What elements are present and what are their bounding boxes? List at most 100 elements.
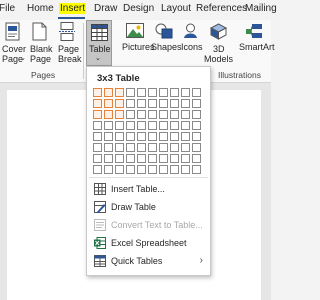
table-grid-cell[interactable] [93, 99, 102, 108]
table-grid-cell[interactable] [148, 110, 157, 119]
table-grid-cell[interactable] [159, 154, 168, 163]
table-grid-cell[interactable] [148, 165, 157, 174]
table-grid-cell[interactable] [126, 88, 135, 97]
blank-page-button[interactable]: Blank Page [27, 20, 53, 70]
tab-home[interactable]: Home [27, 3, 54, 14]
table-grid-cell[interactable] [192, 99, 201, 108]
quick-tables-menu-item[interactable]: Quick Tables › [87, 253, 210, 269]
table-grid-cell[interactable] [192, 132, 201, 141]
table-grid-cell[interactable] [170, 99, 179, 108]
convert-text-to-table-menu-item[interactable]: Convert Text to Table... [87, 217, 210, 233]
table-grid-cell[interactable] [148, 99, 157, 108]
table-grid-cell[interactable] [104, 88, 113, 97]
table-grid-cell[interactable] [170, 143, 179, 152]
table-grid-cell[interactable] [148, 88, 157, 97]
table-grid-cell[interactable] [170, 165, 179, 174]
tab-file[interactable]: File [0, 3, 15, 14]
table-grid-cell[interactable] [181, 110, 190, 119]
table-grid-cell[interactable] [115, 132, 124, 141]
table-grid-cell[interactable] [93, 132, 102, 141]
table-grid-cell[interactable] [115, 88, 124, 97]
icons-button[interactable]: Icons [179, 20, 203, 52]
table-grid-cell[interactable] [148, 143, 157, 152]
table-grid-cell[interactable] [181, 88, 190, 97]
table-grid-cell[interactable] [93, 121, 102, 130]
draw-table-menu-item[interactable]: Draw Table [87, 199, 210, 215]
table-grid-cell[interactable] [137, 165, 146, 174]
table-grid-cell[interactable] [93, 143, 102, 152]
tab-draw[interactable]: Draw [94, 3, 117, 14]
table-button[interactable]: Table ⌄ [86, 20, 112, 66]
table-grid-cell[interactable] [159, 99, 168, 108]
tab-mailings[interactable]: Mailing [245, 3, 277, 14]
table-grid-cell[interactable] [159, 132, 168, 141]
table-grid-cell[interactable] [115, 143, 124, 152]
table-grid-cell[interactable] [181, 121, 190, 130]
table-grid-cell[interactable] [148, 121, 157, 130]
page-break-button[interactable]: Page Break [54, 20, 82, 70]
table-grid-cell[interactable] [115, 99, 124, 108]
table-grid-cell[interactable] [115, 121, 124, 130]
table-grid-cell[interactable] [137, 143, 146, 152]
table-grid-cell[interactable] [93, 88, 102, 97]
table-grid-cell[interactable] [170, 110, 179, 119]
table-grid-cell[interactable] [159, 121, 168, 130]
table-grid-cell[interactable] [126, 154, 135, 163]
excel-spreadsheet-menu-item[interactable]: Excel Spreadsheet [87, 235, 210, 251]
smartart-button[interactable]: SmartArt [236, 20, 275, 52]
table-grid-cell[interactable] [104, 143, 113, 152]
table-grid-cell[interactable] [170, 154, 179, 163]
table-grid-cell[interactable] [137, 121, 146, 130]
table-grid-cell[interactable] [192, 88, 201, 97]
table-grid-cell[interactable] [159, 143, 168, 152]
table-grid-cell[interactable] [126, 121, 135, 130]
table-grid-cell[interactable] [115, 110, 124, 119]
table-grid-cell[interactable] [192, 165, 201, 174]
table-grid-cell[interactable] [93, 154, 102, 163]
table-grid-cell[interactable] [192, 110, 201, 119]
insert-table-menu-item[interactable]: Insert Table... [87, 181, 210, 197]
table-grid-cell[interactable] [115, 154, 124, 163]
table-grid-cell[interactable] [170, 121, 179, 130]
table-grid-cell[interactable] [104, 99, 113, 108]
table-grid-cell[interactable] [126, 165, 135, 174]
cover-page-button[interactable]: Cover Page ⌄ [0, 20, 26, 70]
table-grid-cell[interactable] [137, 132, 146, 141]
table-grid-cell[interactable] [93, 165, 102, 174]
table-grid-cell[interactable] [104, 154, 113, 163]
tab-insert[interactable]: Insert [59, 3, 87, 14]
table-grid-cell[interactable] [126, 99, 135, 108]
table-grid-cell[interactable] [159, 88, 168, 97]
table-grid-cell[interactable] [159, 110, 168, 119]
table-grid-cell[interactable] [126, 132, 135, 141]
table-grid-cell[interactable] [104, 132, 113, 141]
table-grid-cell[interactable] [170, 88, 179, 97]
table-grid-cell[interactable] [170, 132, 179, 141]
table-grid-cell[interactable] [104, 110, 113, 119]
shapes-button[interactable]: Shapes [150, 20, 182, 52]
table-grid-cell[interactable] [192, 154, 201, 163]
table-grid-cell[interactable] [137, 110, 146, 119]
tab-references[interactable]: References [196, 3, 247, 14]
table-grid-cell[interactable] [181, 154, 190, 163]
table-grid-cell[interactable] [192, 121, 201, 130]
table-grid-cell[interactable] [148, 132, 157, 141]
table-grid-cell[interactable] [115, 165, 124, 174]
table-grid-cell[interactable] [104, 165, 113, 174]
table-grid-cell[interactable] [137, 154, 146, 163]
table-grid-cell[interactable] [137, 88, 146, 97]
tab-layout[interactable]: Layout [161, 3, 191, 14]
table-grid-cell[interactable] [93, 110, 102, 119]
3d-models-button[interactable]: 3D Models [203, 20, 233, 68]
table-grid-cell[interactable] [181, 99, 190, 108]
table-grid-cell[interactable] [181, 165, 190, 174]
table-grid-cell[interactable] [104, 121, 113, 130]
pictures-button[interactable]: Pictures [120, 20, 155, 52]
table-grid-cell[interactable] [137, 99, 146, 108]
table-grid-cell[interactable] [159, 165, 168, 174]
table-grid-cell[interactable] [181, 143, 190, 152]
table-grid-cell[interactable] [181, 132, 190, 141]
table-grid-cell[interactable] [148, 154, 157, 163]
tab-design[interactable]: Design [123, 3, 154, 14]
table-grid-cell[interactable] [126, 143, 135, 152]
